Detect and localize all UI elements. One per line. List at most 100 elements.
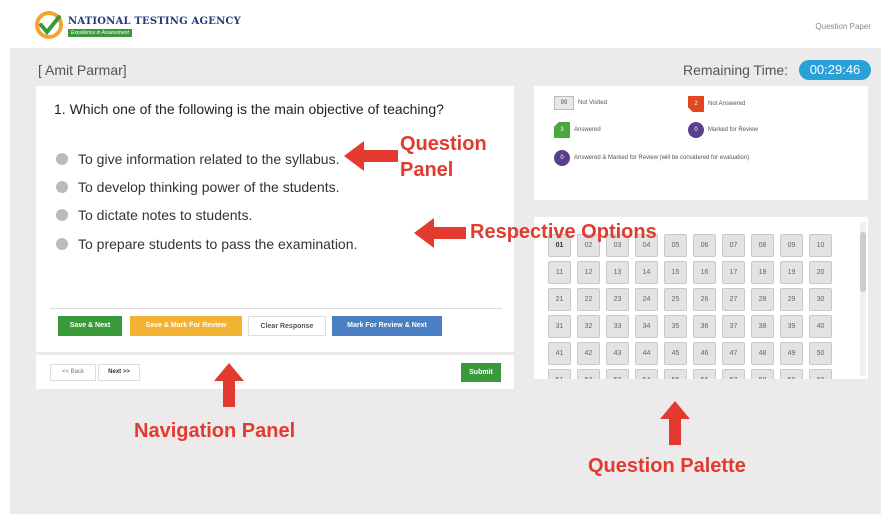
palette-scrollbar[interactable] <box>860 222 866 376</box>
palette-question-button[interactable]: 11 <box>548 261 571 284</box>
answered-count: 3 <box>554 122 570 138</box>
palette-question-button[interactable]: 41 <box>548 342 571 365</box>
option-label: To prepare students to pass the examinat… <box>78 236 358 252</box>
option-3[interactable]: To dictate notes to students. <box>56 205 252 225</box>
palette-question-button[interactable]: 32 <box>577 315 600 338</box>
palette-question-button[interactable]: 48 <box>751 342 774 365</box>
radio-icon[interactable] <box>56 153 68 165</box>
next-button[interactable]: Next >> <box>98 364 140 381</box>
palette-question-button[interactable]: 43 <box>606 342 629 365</box>
option-label: To develop thinking power of the student… <box>78 179 340 195</box>
palette-question-button[interactable]: 15 <box>664 261 687 284</box>
palette-question-button[interactable]: 08 <box>751 234 774 257</box>
palette-question-button[interactable]: 30 <box>809 288 832 311</box>
palette-question-button[interactable]: 26 <box>693 288 716 311</box>
legend-label: Marked for Review <box>708 127 759 133</box>
arrow-up-icon <box>660 401 690 445</box>
palette-question-button[interactable]: 47 <box>722 342 745 365</box>
palette-question-button[interactable]: 18 <box>751 261 774 284</box>
palette-question-button[interactable]: 51 <box>548 369 571 379</box>
palette-question-button[interactable]: 42 <box>577 342 600 365</box>
palette-question-button[interactable]: 44 <box>635 342 658 365</box>
palette-question-button[interactable]: 10 <box>809 234 832 257</box>
palette-question-button[interactable]: 34 <box>635 315 658 338</box>
radio-icon[interactable] <box>56 209 68 221</box>
candidate-name: [ Amit Parmar] <box>38 62 127 78</box>
palette-question-button[interactable]: 56 <box>693 369 716 379</box>
question-paper-link[interactable]: Question Paper <box>815 22 871 31</box>
back-button[interactable]: << Back <box>50 364 96 381</box>
option-2[interactable]: To develop thinking power of the student… <box>56 177 340 197</box>
palette-question-button[interactable]: 58 <box>751 369 774 379</box>
mark-review-next-button[interactable]: Mark For Review & Next <box>332 316 442 336</box>
legend-answered-marked: 0 Answered & Marked for Review (will be … <box>554 150 749 166</box>
annotation-question-panel-2: Panel <box>400 157 453 183</box>
palette-question-button[interactable]: 57 <box>722 369 745 379</box>
palette-question-button[interactable]: 40 <box>809 315 832 338</box>
legend-not-visited: 99 Not Visited <box>554 96 607 110</box>
annotation-navigation-panel: Navigation Panel <box>134 420 296 442</box>
palette-question-button[interactable]: 25 <box>664 288 687 311</box>
not-visited-count: 99 <box>554 96 574 110</box>
save-next-button[interactable]: Save & Next <box>58 316 122 336</box>
legend-label: Answered <box>574 127 601 133</box>
save-mark-review-button[interactable]: Save & Mark For Review <box>130 316 242 336</box>
clear-response-button[interactable]: Clear Response <box>248 316 326 336</box>
palette-question-button[interactable]: 28 <box>751 288 774 311</box>
radio-icon[interactable] <box>56 238 68 250</box>
palette-question-button[interactable]: 36 <box>693 315 716 338</box>
palette-question-button[interactable]: 49 <box>780 342 803 365</box>
palette-question-button[interactable]: 38 <box>751 315 774 338</box>
annotation-line: Panel <box>400 159 454 181</box>
annotation-question-panel: Question <box>400 131 487 157</box>
palette-question-button[interactable]: 22 <box>577 288 600 311</box>
scrollbar-thumb[interactable] <box>860 232 866 292</box>
nta-logo-icon <box>35 11 63 39</box>
palette-question-button[interactable]: 05 <box>664 234 687 257</box>
header-bar: NATIONAL TESTING AGENCY Excellence in As… <box>0 0 881 48</box>
submit-button[interactable]: Submit <box>461 363 501 382</box>
palette-question-button[interactable]: 39 <box>780 315 803 338</box>
palette-question-button[interactable]: 19 <box>780 261 803 284</box>
palette-question-button[interactable]: 55 <box>664 369 687 379</box>
legend-label: Answered & Marked for Review (will be co… <box>574 155 750 161</box>
palette-question-button[interactable]: 06 <box>693 234 716 257</box>
radio-icon[interactable] <box>56 181 68 193</box>
palette-question-button[interactable]: 50 <box>809 342 832 365</box>
palette-question-button[interactable]: 33 <box>606 315 629 338</box>
palette-question-button[interactable]: 27 <box>722 288 745 311</box>
marked-review-count: 0 <box>688 122 704 138</box>
palette-question-button[interactable]: 20 <box>809 261 832 284</box>
palette-question-button[interactable]: 35 <box>664 315 687 338</box>
palette-question-button[interactable]: 53 <box>606 369 629 379</box>
palette-question-button[interactable]: 59 <box>780 369 803 379</box>
option-4[interactable]: To prepare students to pass the examinat… <box>56 234 357 254</box>
palette-question-button[interactable]: 24 <box>635 288 658 311</box>
palette-question-button[interactable]: 46 <box>693 342 716 365</box>
palette-question-button[interactable]: 37 <box>722 315 745 338</box>
palette-question-button[interactable]: 12 <box>577 261 600 284</box>
option-1[interactable]: To give information related to the sylla… <box>56 149 339 169</box>
palette-question-button[interactable]: 54 <box>635 369 658 379</box>
agency-name: NATIONAL TESTING AGENCY <box>68 16 241 27</box>
annotation-question-palette: Question Palette <box>588 455 746 477</box>
palette-question-button[interactable]: 17 <box>722 261 745 284</box>
annotation-respective-options: Respective Options <box>470 221 657 243</box>
palette-question-button[interactable]: 13 <box>606 261 629 284</box>
palette-question-button[interactable]: 29 <box>780 288 803 311</box>
palette-question-button[interactable]: 21 <box>548 288 571 311</box>
divider <box>50 308 502 309</box>
arrow-left-icon <box>344 141 398 171</box>
palette-question-button[interactable]: 31 <box>548 315 571 338</box>
annotation-line: Question <box>400 133 487 155</box>
palette-question-button[interactable]: 14 <box>635 261 658 284</box>
palette-question-button[interactable]: 52 <box>577 369 600 379</box>
palette-question-button[interactable]: 16 <box>693 261 716 284</box>
palette-question-button[interactable]: 45 <box>664 342 687 365</box>
question-text: 1. Which one of the following is the mai… <box>54 101 444 117</box>
palette-question-button[interactable]: 09 <box>780 234 803 257</box>
palette-question-button[interactable]: 60 <box>809 369 832 379</box>
palette-question-button[interactable]: 23 <box>606 288 629 311</box>
status-legend: 99 Not Visited 2 Not Answered 3 Answered… <box>534 86 868 200</box>
palette-question-button[interactable]: 07 <box>722 234 745 257</box>
